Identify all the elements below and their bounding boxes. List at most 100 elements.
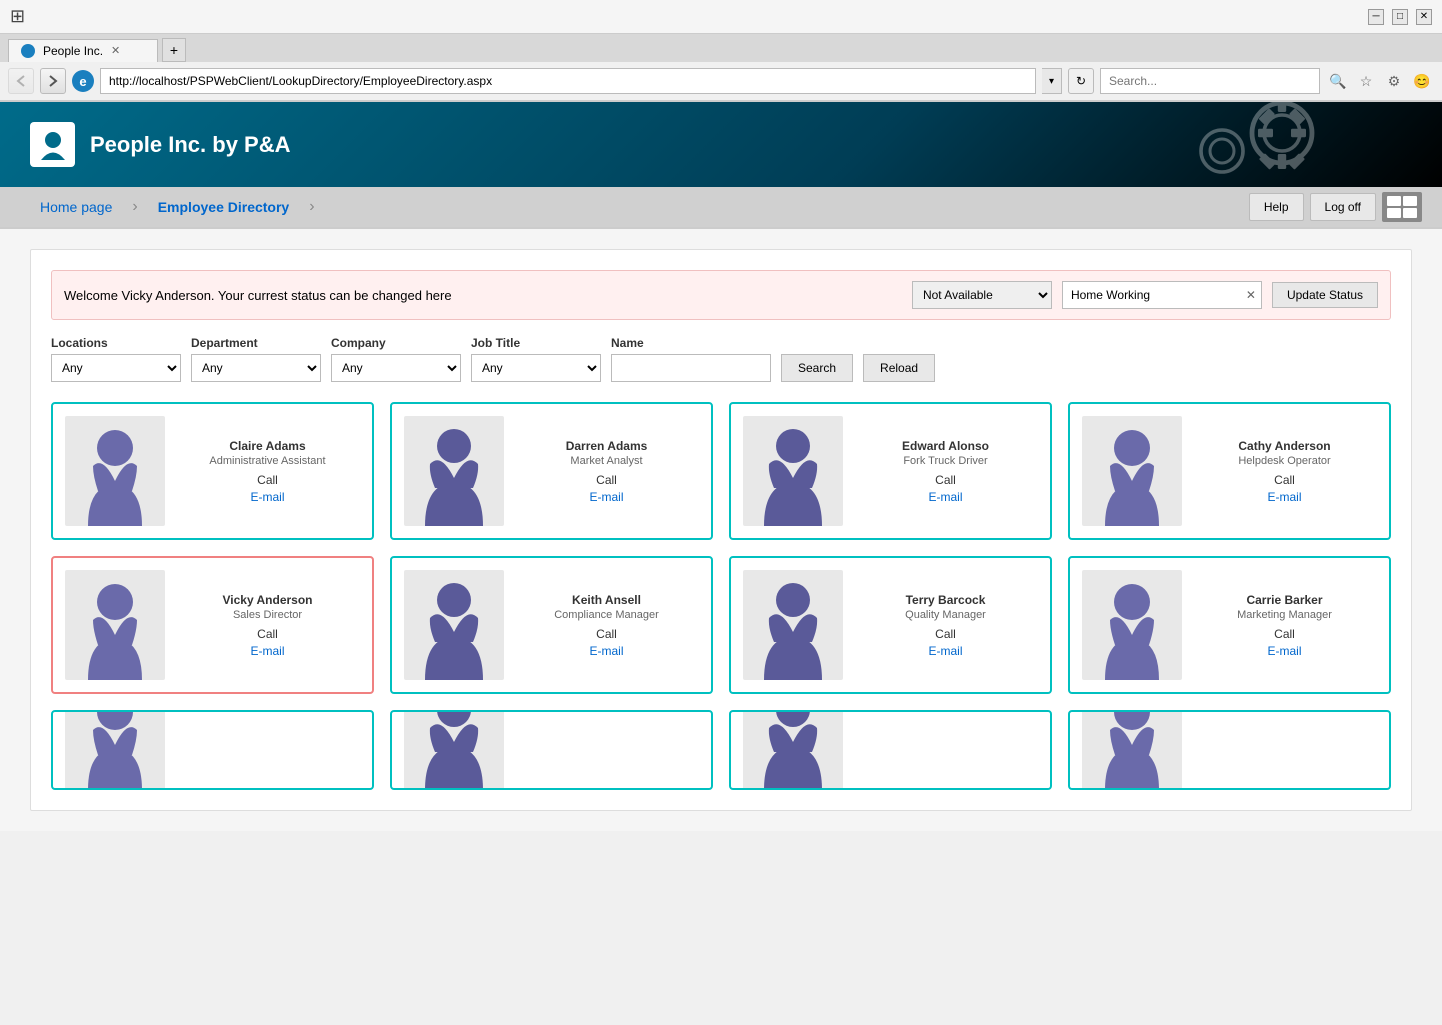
employee-email-link[interactable]: E-mail xyxy=(1267,644,1301,658)
employee-info: Darren Adams Market Analyst Call E-mail xyxy=(514,439,699,504)
address-input[interactable] xyxy=(100,68,1036,94)
title-bar: ⊞ ─ □ ✕ xyxy=(0,0,1442,34)
employee-name: Keith Ansell xyxy=(514,593,699,607)
employee-call-link[interactable]: Call xyxy=(1192,627,1377,641)
employee-card: Terry Barcock Quality Manager Call E-mai… xyxy=(729,556,1052,694)
nav-links: Home page › Employee Directory › xyxy=(20,187,315,227)
company-select[interactable]: Any xyxy=(331,354,461,382)
employee-call-link[interactable]: Call xyxy=(853,473,1038,487)
title-bar-controls: ─ □ ✕ xyxy=(1368,9,1432,25)
close-button[interactable]: ✕ xyxy=(1416,9,1432,25)
content-panel: Welcome Vicky Anderson. Your currest sta… xyxy=(30,249,1412,811)
employee-call-link[interactable]: Call xyxy=(853,627,1038,641)
filter-department: Department Any xyxy=(191,336,321,382)
employee-call-link[interactable]: Call xyxy=(1192,473,1377,487)
employee-name: Claire Adams xyxy=(175,439,360,453)
minimize-button[interactable]: ─ xyxy=(1368,9,1384,25)
employee-email-link[interactable]: E-mail xyxy=(928,644,962,658)
employee-call-link[interactable]: Call xyxy=(175,473,360,487)
employee-email-link[interactable]: E-mail xyxy=(589,644,623,658)
employee-name: Vicky Anderson xyxy=(175,593,360,607)
nav-home[interactable]: Home page xyxy=(20,187,132,227)
employee-name: Darren Adams xyxy=(514,439,699,453)
department-select[interactable]: Any xyxy=(191,354,321,382)
employee-card: Carrie Barker Marketing Manager Call E-m… xyxy=(1068,556,1391,694)
employee-job-title: Administrative Assistant xyxy=(175,455,360,467)
avatar xyxy=(743,570,843,680)
browser-icons: 🔍 ☆ ⚙ 😊 xyxy=(1326,69,1434,93)
employee-name: Cathy Anderson xyxy=(1192,439,1377,453)
locations-select[interactable]: Any xyxy=(51,354,181,382)
gear-decoration xyxy=(1162,102,1342,187)
status-clear-icon[interactable]: ✕ xyxy=(1246,288,1256,302)
browser-chrome: ⊞ ─ □ ✕ People Inc. ✕ + e xyxy=(0,0,1442,102)
favorites-icon[interactable]: ☆ xyxy=(1354,69,1378,93)
back-button[interactable] xyxy=(8,68,34,94)
address-bar: e ▾ ↻ 🔍 ☆ ⚙ 😊 xyxy=(0,62,1442,101)
employee-name: Carrie Barker xyxy=(1192,593,1377,607)
settings-icon[interactable]: ⚙ xyxy=(1382,69,1406,93)
nav-directory[interactable]: Employee Directory xyxy=(138,187,310,227)
employee-card: Darren Adams Market Analyst Call E-mail xyxy=(390,402,713,540)
jobtitle-label: Job Title xyxy=(471,336,601,350)
employee-call-link[interactable]: Call xyxy=(514,473,699,487)
nav-bar: Home page › Employee Directory › Help Lo… xyxy=(0,187,1442,229)
employee-info: Keith Ansell Compliance Manager Call E-m… xyxy=(514,593,699,658)
browser-search-input[interactable] xyxy=(1100,68,1320,94)
update-status-button[interactable]: Update Status xyxy=(1272,282,1378,308)
help-button[interactable]: Help xyxy=(1249,193,1304,221)
employee-email-link[interactable]: E-mail xyxy=(589,490,623,504)
employee-job-title: Quality Manager xyxy=(853,609,1038,621)
tab-title: People Inc. xyxy=(43,44,103,58)
welcome-text: Welcome Vicky Anderson. Your currest sta… xyxy=(64,288,902,303)
company-label: Company xyxy=(331,336,461,350)
employee-card xyxy=(1068,710,1391,790)
employee-info: Terry Barcock Quality Manager Call E-mai… xyxy=(853,593,1038,658)
maximize-button[interactable]: □ xyxy=(1392,9,1408,25)
ie-icon: e xyxy=(72,70,94,92)
status-dropdown[interactable]: Not Available Available Busy Away xyxy=(912,281,1052,309)
browser-tab[interactable]: People Inc. ✕ xyxy=(8,39,158,62)
emoji-icon[interactable]: 😊 xyxy=(1410,69,1434,93)
employee-name: Terry Barcock xyxy=(853,593,1038,607)
name-input[interactable] xyxy=(611,354,771,382)
employee-job-title: Marketing Manager xyxy=(1192,609,1377,621)
employee-job-title: Helpdesk Operator xyxy=(1192,455,1377,467)
tab-favicon xyxy=(21,44,35,58)
jobtitle-select[interactable]: Any xyxy=(471,354,601,382)
employee-card: Cathy Anderson Helpdesk Operator Call E-… xyxy=(1068,402,1391,540)
reload-button[interactable]: Reload xyxy=(863,354,935,382)
employee-email-link[interactable]: E-mail xyxy=(250,490,284,504)
employee-email-link[interactable]: E-mail xyxy=(1267,490,1301,504)
refresh-button[interactable]: ↻ xyxy=(1068,68,1094,94)
employee-call-link[interactable]: Call xyxy=(175,627,360,641)
forward-button[interactable] xyxy=(40,68,66,94)
logoff-button[interactable]: Log off xyxy=(1310,193,1376,221)
search-icon[interactable]: 🔍 xyxy=(1326,69,1350,93)
employee-email-link[interactable]: E-mail xyxy=(928,490,962,504)
employee-card xyxy=(51,710,374,790)
avatar xyxy=(404,416,504,526)
tab-close-icon[interactable]: ✕ xyxy=(111,44,120,57)
avatar xyxy=(65,416,165,526)
employee-info: Vicky Anderson Sales Director Call E-mai… xyxy=(175,593,360,658)
address-section: e xyxy=(72,70,94,92)
new-tab-button[interactable]: + xyxy=(162,38,186,62)
employee-email-link[interactable]: E-mail xyxy=(250,644,284,658)
filter-jobtitle: Job Title Any xyxy=(471,336,601,382)
address-dropdown[interactable]: ▾ xyxy=(1042,68,1062,94)
employee-card: Edward Alonso Fork Truck Driver Call E-m… xyxy=(729,402,1052,540)
employee-job-title: Sales Director xyxy=(175,609,360,621)
employee-info: Carrie Barker Marketing Manager Call E-m… xyxy=(1192,593,1377,658)
department-label: Department xyxy=(191,336,321,350)
search-button[interactable]: Search xyxy=(781,354,853,382)
filter-company: Company Any xyxy=(331,336,461,382)
location-input[interactable] xyxy=(1062,281,1262,309)
employee-card: Keith Ansell Compliance Manager Call E-m… xyxy=(390,556,713,694)
employee-call-link[interactable]: Call xyxy=(514,627,699,641)
avatar xyxy=(1082,416,1182,526)
app-header: People Inc. by P&A xyxy=(0,102,1442,187)
employee-card xyxy=(729,710,1052,790)
employee-job-title: Market Analyst xyxy=(514,455,699,467)
employee-card: Vicky Anderson Sales Director Call E-mai… xyxy=(51,556,374,694)
